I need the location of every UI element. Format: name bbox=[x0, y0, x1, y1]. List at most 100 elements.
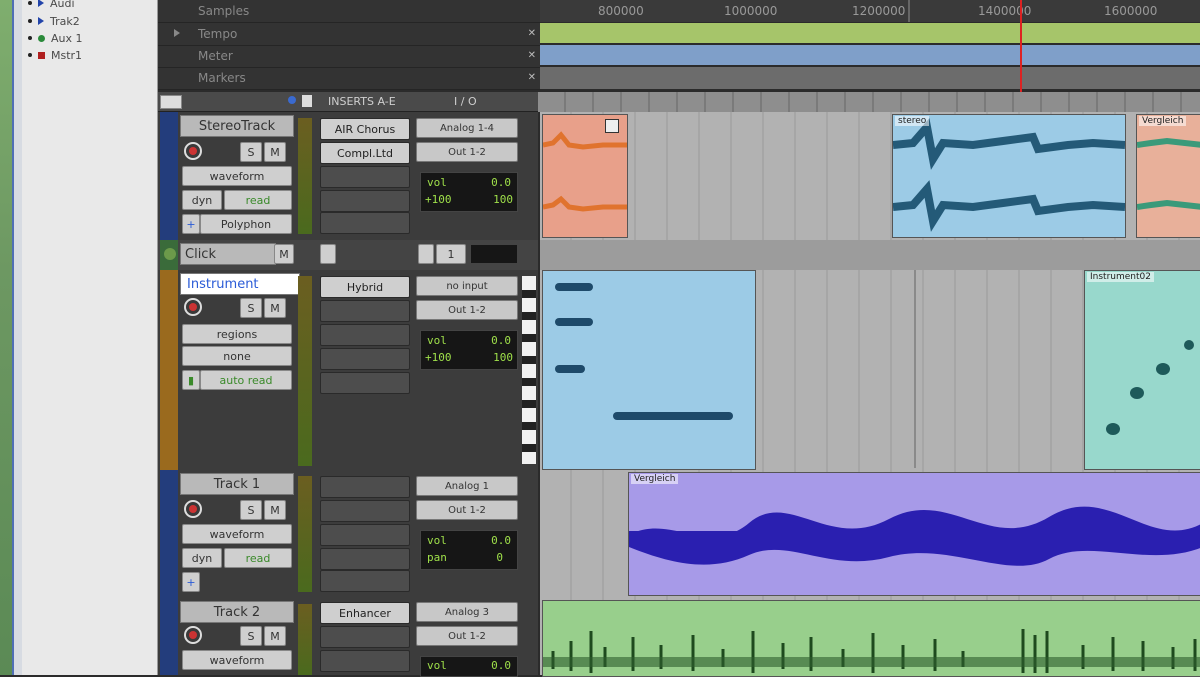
insert-slot-empty[interactable] bbox=[320, 166, 410, 188]
insert-slot[interactable]: AIR Chorus bbox=[320, 118, 410, 140]
tempo-ruler-header[interactable]: Tempo ✕ bbox=[158, 23, 540, 46]
input-selector[interactable]: Analog 1 bbox=[416, 476, 518, 496]
click-io-value[interactable]: 1 bbox=[436, 244, 466, 264]
edit-lane-click[interactable] bbox=[540, 240, 1200, 272]
close-icon[interactable]: ✕ bbox=[528, 28, 536, 39]
volume-pan-display[interactable]: vol 0.0 +100 100 bbox=[420, 330, 518, 370]
track-list-item[interactable]: Mstr1 bbox=[28, 48, 82, 62]
view-selector[interactable]: waveform bbox=[182, 166, 292, 186]
tempo-ruler[interactable] bbox=[540, 23, 1200, 43]
edit-lane-track2[interactable] bbox=[540, 598, 1200, 677]
output-selector[interactable]: Out 1-2 bbox=[416, 300, 518, 320]
samples-ruler[interactable]: 800000 1000000 1200000 1400000 1600000 bbox=[540, 0, 1200, 22]
mute-button[interactable]: M bbox=[264, 500, 286, 520]
output-selector[interactable]: Out 1-2 bbox=[416, 500, 518, 520]
view-selector-icon[interactable] bbox=[160, 95, 182, 109]
automation-mode[interactable]: read bbox=[224, 548, 292, 568]
track-name[interactable]: Track 1 bbox=[180, 473, 294, 495]
record-button[interactable] bbox=[184, 500, 202, 518]
input-selector[interactable]: no input bbox=[416, 276, 518, 296]
playlist-icon[interactable]: + bbox=[182, 572, 200, 592]
midi-region[interactable]: Instrument02 bbox=[1084, 270, 1200, 470]
volume-pan-display[interactable]: vol 0.0 pan 0 bbox=[420, 530, 518, 570]
automation-lane-icon[interactable]: ▮ bbox=[182, 370, 200, 390]
edit-lane-instrument[interactable]: Instrument02 bbox=[540, 270, 1200, 472]
input-selector[interactable]: Analog 1-4 bbox=[416, 118, 518, 138]
expand-arrow-icon[interactable] bbox=[174, 29, 180, 37]
volume-pan-display[interactable]: vol 0.0 +100 100 bbox=[420, 172, 518, 212]
track-name[interactable]: StereoTrack bbox=[180, 115, 294, 137]
track-list-item[interactable]: Aux 1 bbox=[28, 31, 83, 45]
solo-button[interactable]: S bbox=[240, 142, 262, 162]
automation-mode[interactable]: read bbox=[224, 190, 292, 210]
insert-slot-empty[interactable] bbox=[320, 500, 410, 522]
markers-ruler-header[interactable]: Markers ✕ bbox=[158, 67, 540, 90]
region-name: Vergleich bbox=[631, 474, 679, 484]
insert-slot[interactable]: Hybrid bbox=[320, 276, 410, 298]
click-plugin-button[interactable] bbox=[320, 244, 336, 264]
record-button[interactable] bbox=[184, 142, 202, 160]
playlist-icon[interactable]: + bbox=[182, 214, 200, 234]
audio-region[interactable] bbox=[542, 114, 628, 238]
insert-slot-empty[interactable] bbox=[320, 372, 410, 394]
insert-slot[interactable]: Compl.Ltd bbox=[320, 142, 410, 164]
track-list-item[interactable]: Trak2 bbox=[28, 14, 80, 28]
volume-display[interactable]: vol 0.0 bbox=[420, 656, 518, 677]
output-selector[interactable]: Out 1-2 bbox=[416, 626, 518, 646]
piano-keyboard[interactable] bbox=[522, 276, 536, 464]
midi-region[interactable] bbox=[542, 270, 756, 470]
audio-region[interactable]: stereo bbox=[892, 114, 1126, 238]
audio-region[interactable]: Vergleich bbox=[1136, 114, 1200, 238]
view-selector[interactable]: regions bbox=[182, 324, 292, 344]
record-button[interactable] bbox=[184, 626, 202, 644]
insert-slot-empty[interactable] bbox=[320, 212, 410, 234]
meter-ruler[interactable] bbox=[540, 45, 1200, 65]
playlist-selector[interactable]: Polyphon bbox=[200, 214, 292, 234]
record-button[interactable] bbox=[184, 298, 202, 316]
insert-slot-empty[interactable] bbox=[320, 650, 410, 672]
automation-mode[interactable]: auto read bbox=[200, 370, 292, 390]
insert-slot-empty[interactable] bbox=[320, 626, 410, 648]
samples-ruler-header[interactable]: Samples bbox=[158, 0, 540, 23]
vol-label: vol bbox=[427, 334, 447, 347]
input-selector[interactable]: Analog 3 bbox=[416, 602, 518, 622]
track-name[interactable]: Click bbox=[180, 243, 276, 265]
view-selector[interactable]: waveform bbox=[182, 650, 292, 670]
meter-ruler-header[interactable]: Meter ✕ bbox=[158, 45, 540, 68]
secondary-view-selector[interactable]: none bbox=[182, 346, 292, 366]
output-selector[interactable]: Out 1-2 bbox=[416, 142, 518, 162]
insert-slot-empty[interactable] bbox=[320, 570, 410, 592]
dyn-button[interactable]: dyn bbox=[182, 548, 222, 568]
markers-ruler[interactable] bbox=[540, 67, 1200, 89]
track-list-item[interactable]: Audi bbox=[28, 0, 75, 10]
mute-button[interactable]: M bbox=[264, 142, 286, 162]
insert-slot-empty[interactable] bbox=[320, 324, 410, 346]
solo-button[interactable]: S bbox=[240, 500, 262, 520]
insert-slot[interactable]: Enhancer bbox=[320, 602, 410, 624]
close-icon[interactable]: ✕ bbox=[528, 72, 536, 83]
timeline-rulers[interactable]: 800000 1000000 1200000 1400000 1600000 bbox=[540, 0, 1200, 90]
region-lock-icon[interactable] bbox=[605, 119, 619, 133]
mute-button[interactable]: M bbox=[274, 244, 294, 264]
solo-button[interactable]: S bbox=[240, 298, 262, 318]
insert-slot-empty[interactable] bbox=[320, 300, 410, 322]
column-menu-icon[interactable] bbox=[302, 95, 312, 107]
view-selector[interactable]: waveform bbox=[182, 524, 292, 544]
insert-slot-empty[interactable] bbox=[320, 476, 410, 498]
dyn-button[interactable]: dyn bbox=[182, 190, 222, 210]
insert-slot-empty[interactable] bbox=[320, 524, 410, 546]
insert-slot-empty[interactable] bbox=[320, 548, 410, 570]
solo-button[interactable]: S bbox=[240, 626, 262, 646]
close-icon[interactable]: ✕ bbox=[528, 50, 536, 61]
track-name[interactable]: Track 2 bbox=[180, 601, 294, 623]
click-io-button[interactable] bbox=[418, 244, 434, 264]
insert-slot-empty[interactable] bbox=[320, 348, 410, 370]
audio-region[interactable]: Vergleich bbox=[628, 472, 1200, 596]
edit-lane-track1[interactable]: Vergleich bbox=[540, 470, 1200, 600]
audio-region[interactable] bbox=[542, 600, 1200, 677]
insert-slot-empty[interactable] bbox=[320, 190, 410, 212]
edit-lane-stereo[interactable]: stereo Vergleich bbox=[540, 112, 1200, 242]
track-name[interactable]: Instrument bbox=[180, 273, 300, 295]
mute-button[interactable]: M bbox=[264, 298, 286, 318]
mute-button[interactable]: M bbox=[264, 626, 286, 646]
